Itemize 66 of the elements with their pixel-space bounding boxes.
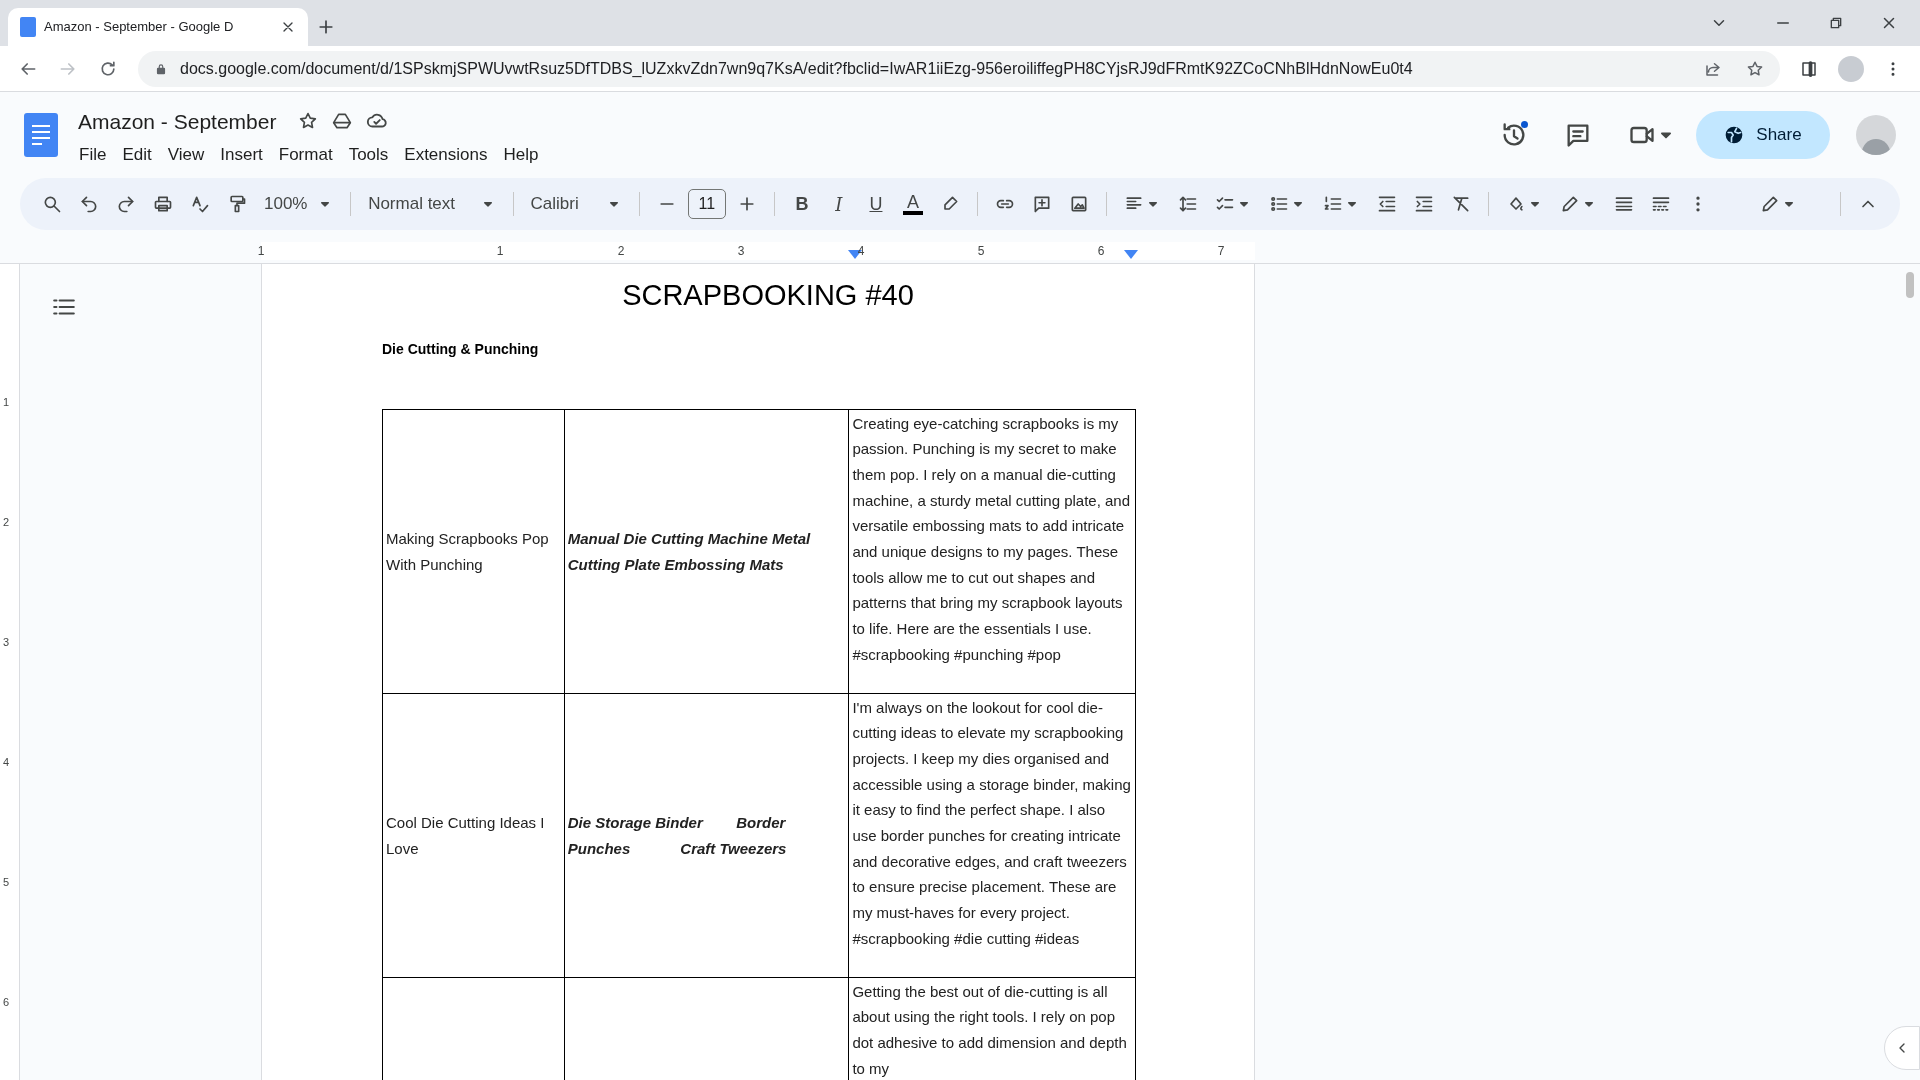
ruler-number: 1 — [3, 395, 10, 410]
description-cell-text: Creating eye-catching scrapbooks is my passion. Punching is my secret to make them pop. I rely on a manual die-cutting machine, a sturdy metal cutting plate, and versatile embossing mats to add intricate and unique designs to my pages. These tools allow me to cut out shapes and patterns that bring my scrapbook layouts to life. Here are the essentials I use. #scrapbooking #punching #pop — [852, 413, 1132, 665]
browser-tab[interactable]: Amazon - September - Google D — [8, 8, 308, 46]
text-color-button[interactable]: A — [902, 193, 923, 215]
description-cell-text: Getting the best out of die-cutting is all about using the right tools. I rely on pop dot adhesive to add dimension and depth to my — [852, 981, 1128, 1079]
docs-icon — [20, 17, 36, 37]
bookmark-star-icon[interactable] — [1746, 59, 1764, 78]
topic-cell-text: Cool Die Cutting Ideas I Love — [386, 812, 546, 859]
product-cell-text: Die Storage Binder Border Punches Craft Tweezers — [567, 812, 788, 859]
share-button[interactable]: Share — [1696, 111, 1830, 159]
paint-format-icon[interactable] — [227, 194, 247, 214]
increase-indent-icon[interactable] — [1413, 194, 1434, 214]
globe-icon — [1724, 125, 1745, 145]
ruler-number: 1 — [495, 243, 505, 260]
section-heading: Die Cutting & Punching — [382, 339, 540, 359]
scrollbar-thumb[interactable] — [1906, 272, 1914, 298]
lock-icon — [154, 61, 168, 76]
tab-title: Amazon - September - Google D — [44, 18, 235, 37]
topic-cell-text: Making Scrapbooks Pop With Punching — [386, 528, 550, 575]
border-dash-icon[interactable] — [1650, 194, 1671, 214]
search-icon[interactable] — [42, 194, 62, 214]
menu-item[interactable]: Format — [271, 141, 340, 169]
menu-item[interactable]: Edit — [115, 141, 159, 169]
account-avatar[interactable] — [1856, 115, 1896, 155]
description-cell-text: I'm always on the lookout for cool die-cutting ideas to elevate my scrapbooking projects. I keep my dies organised and accessible using a storage binder, making it easy to find the perfect shape. I also use border punches for creating intricate and decorative edges, and craft tweezers to ensure precise placement. These are my must-haves for every project. #scrapbooking #die cutting #ideas — [852, 697, 1132, 949]
bulleted-list-icon[interactable] — [1268, 194, 1289, 214]
ruler-number: 5 — [3, 875, 10, 890]
menu-item[interactable]: Help — [496, 141, 546, 169]
redo-icon[interactable] — [116, 194, 136, 214]
ruler-number: 2 — [616, 243, 626, 260]
line-spacing-icon[interactable] — [1177, 194, 1198, 214]
ruler-number: 6 — [1096, 243, 1106, 260]
border-width-icon[interactable] — [1613, 194, 1634, 214]
ruler-number: 4 — [3, 755, 10, 770]
zoom-dropdown[interactable]: 100% — [264, 191, 334, 217]
side-panel-icon[interactable] — [1800, 59, 1818, 78]
product-cell-text: Manual Die Cutting Machine Metal Cutting Plate Embossing Mats — [567, 528, 812, 575]
menu-item[interactable]: Extensions — [397, 141, 495, 169]
ruler-number: 7 — [1216, 243, 1226, 260]
side-panel-toggle[interactable] — [1884, 1026, 1920, 1070]
menu-item[interactable]: File — [72, 141, 114, 169]
address-bar[interactable]: docs.google.com/document/d/1SPskmjSPWUvwtRsuz5DfTDBS_lUZxkvZdn7wn9q7KsA/edit?fbclid=IwAR1iiEzg-956eroiliffegPH8CYjsRJ9dFRmtK92ZCoCNhBlHdnNowEu0t4 — [138, 50, 1780, 87]
decrease-indent-icon[interactable] — [1376, 194, 1397, 214]
restore-icon[interactable] — [1828, 15, 1844, 31]
font-size-field[interactable]: 11 — [687, 189, 726, 219]
ruler-number: 3 — [3, 635, 10, 650]
docs-logo[interactable] — [24, 113, 58, 157]
document-title[interactable]: Amazon - September — [78, 105, 277, 137]
ruler-number: 5 — [976, 243, 986, 260]
menu-item[interactable]: Insert — [213, 141, 270, 169]
undo-icon[interactable] — [79, 194, 99, 214]
ruler-number: 1 — [256, 243, 266, 260]
ruler-number: 3 — [736, 243, 746, 260]
bold-button[interactable]: B — [791, 190, 812, 218]
menu-item[interactable]: View — [160, 141, 212, 169]
menu-item[interactable]: Tools — [341, 141, 396, 169]
style-dropdown[interactable]: Normal text — [368, 191, 496, 217]
print-icon[interactable] — [153, 194, 173, 214]
spellcheck-icon[interactable] — [190, 194, 210, 214]
vertical-ruler[interactable]: 1 2 3 4 5 6 — [0, 264, 20, 1080]
underline-button[interactable]: U — [865, 190, 886, 218]
document-heading: SCRAPBOOKING #40 — [621, 278, 915, 313]
font-dropdown[interactable]: Calibri — [530, 191, 622, 217]
italic-button[interactable]: I — [828, 190, 849, 218]
ruler-number: 2 — [3, 515, 10, 530]
ruler-number: 6 — [3, 995, 10, 1010]
